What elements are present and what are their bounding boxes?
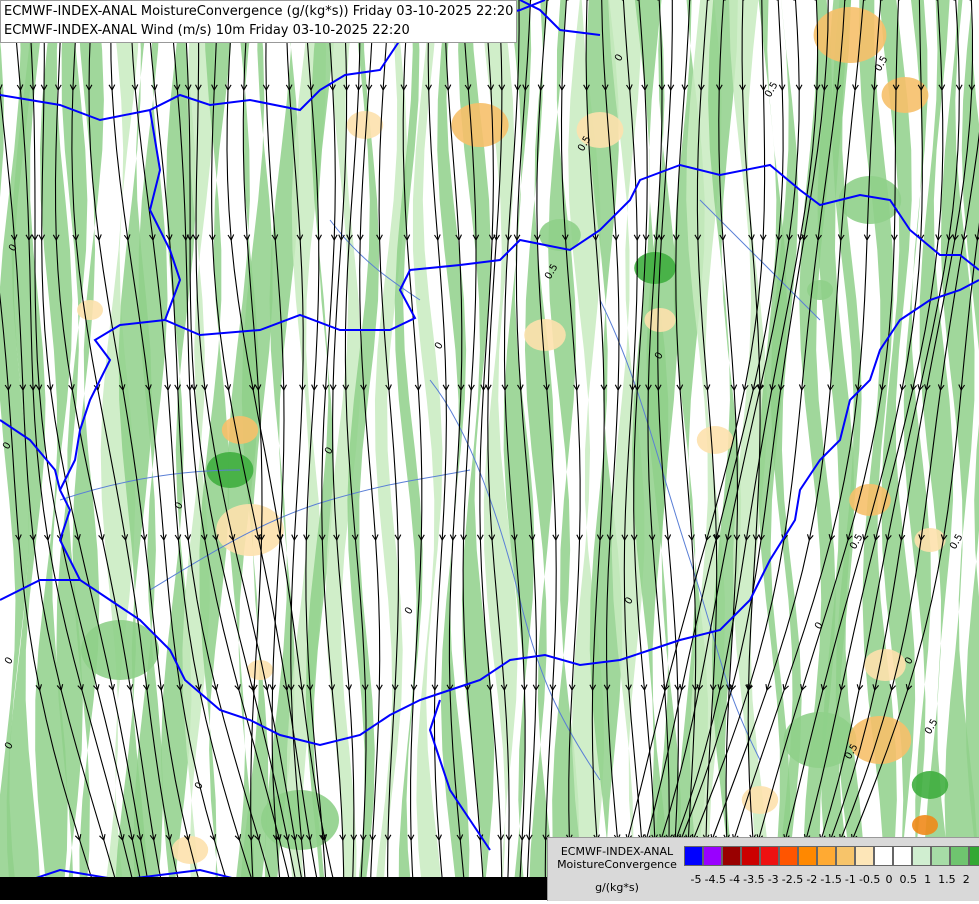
legend-tick-label: -4.5 <box>705 873 726 886</box>
legend-variable-name: MoistureConvergence <box>552 858 682 871</box>
convergence-patch <box>451 103 508 147</box>
convergence-patch <box>814 7 887 63</box>
convergence-patch <box>864 649 906 681</box>
map-canvas: 000.50.50.500000000.50.50.50.50000.500 <box>0 0 979 900</box>
legend-tick-label: 0.5 <box>900 873 918 886</box>
legend-tick-label: -5 <box>691 873 702 886</box>
contour-value-label: 0.5 <box>763 80 780 99</box>
legend-swatch <box>798 846 817 866</box>
legend-swatch <box>969 846 979 866</box>
title-wind: ECMWF-INDEX-ANAL Wind (m/s) 10m Friday 0… <box>4 21 513 40</box>
convergence-patch <box>247 660 273 680</box>
legend-swatch <box>779 846 798 866</box>
convergence-patch <box>524 319 566 351</box>
legend-tick-label: 0 <box>886 873 893 886</box>
legend-tick-label: -3 <box>768 873 779 886</box>
contour-value-label: 0 <box>403 605 416 616</box>
legend-tick-label: -1.5 <box>820 873 841 886</box>
convergence-band <box>0 0 4 900</box>
convergence-patch <box>644 308 675 332</box>
legend-swatch <box>931 846 950 866</box>
convergence-patch <box>222 416 258 444</box>
legend-tick-label: -1 <box>845 873 856 886</box>
legend-tick-label: 2 <box>963 873 970 886</box>
legend-tick-label: 1 <box>924 873 931 886</box>
legend-tick-label: -4 <box>729 873 740 886</box>
legend-tick-label: 1.5 <box>938 873 956 886</box>
convergence-patch <box>784 712 857 768</box>
legend-swatch <box>855 846 874 866</box>
map-bottom-bar <box>0 877 547 900</box>
convergence-patch <box>914 528 945 552</box>
legend-swatch <box>741 846 760 866</box>
convergence-patch <box>912 771 948 799</box>
legend-swatch <box>950 846 969 866</box>
map-title-box: ECMWF-INDEX-ANAL MoistureConvergence (g/… <box>0 0 517 43</box>
legend-title: ECMWF-INDEX-ANAL MoistureConvergence <box>552 845 682 871</box>
legend-tick-labels: -5-4.5-4-3.5 -3-2.5-2-1.5 -1-0.5 0 0.5 1 1.5 2 <box>684 873 979 887</box>
convergence-patch <box>347 111 383 139</box>
convergence-patch <box>839 176 901 224</box>
legend-swatch <box>760 846 779 866</box>
contour-value-label: 0 <box>193 780 206 791</box>
convergence-patch <box>77 300 103 320</box>
convergence-patch <box>172 836 208 864</box>
convergence-band <box>647 0 681 900</box>
legend-swatch <box>893 846 912 866</box>
legend-tick-label: -2 <box>806 873 817 886</box>
legend-swatch <box>817 846 836 866</box>
weather-map: 000.50.50.500000000.50.50.50.50000.500 <box>0 0 979 900</box>
legend-tick-label: -2.5 <box>782 873 803 886</box>
contour-value-label: 0.5 <box>923 717 940 736</box>
title-moisture-convergence: ECMWF-INDEX-ANAL MoistureConvergence (g/… <box>4 2 513 21</box>
legend-swatch <box>836 846 855 866</box>
legend-swatch <box>703 846 722 866</box>
legend-swatch <box>684 846 703 866</box>
legend-tick-label: -0.5 <box>859 873 880 886</box>
legend-swatch <box>874 846 893 866</box>
convergence-patch <box>697 426 733 454</box>
legend-swatches <box>684 846 979 866</box>
legend-tick-label: -3.5 <box>743 873 764 886</box>
color-legend: ECMWF-INDEX-ANAL MoistureConvergence g/(… <box>547 837 979 901</box>
convergence-patch <box>912 815 938 835</box>
legend-unit: g/(kg*s) <box>552 881 682 894</box>
legend-swatch <box>912 846 931 866</box>
legend-swatch <box>722 846 741 866</box>
legend-model-name: ECMWF-INDEX-ANAL <box>552 845 682 858</box>
